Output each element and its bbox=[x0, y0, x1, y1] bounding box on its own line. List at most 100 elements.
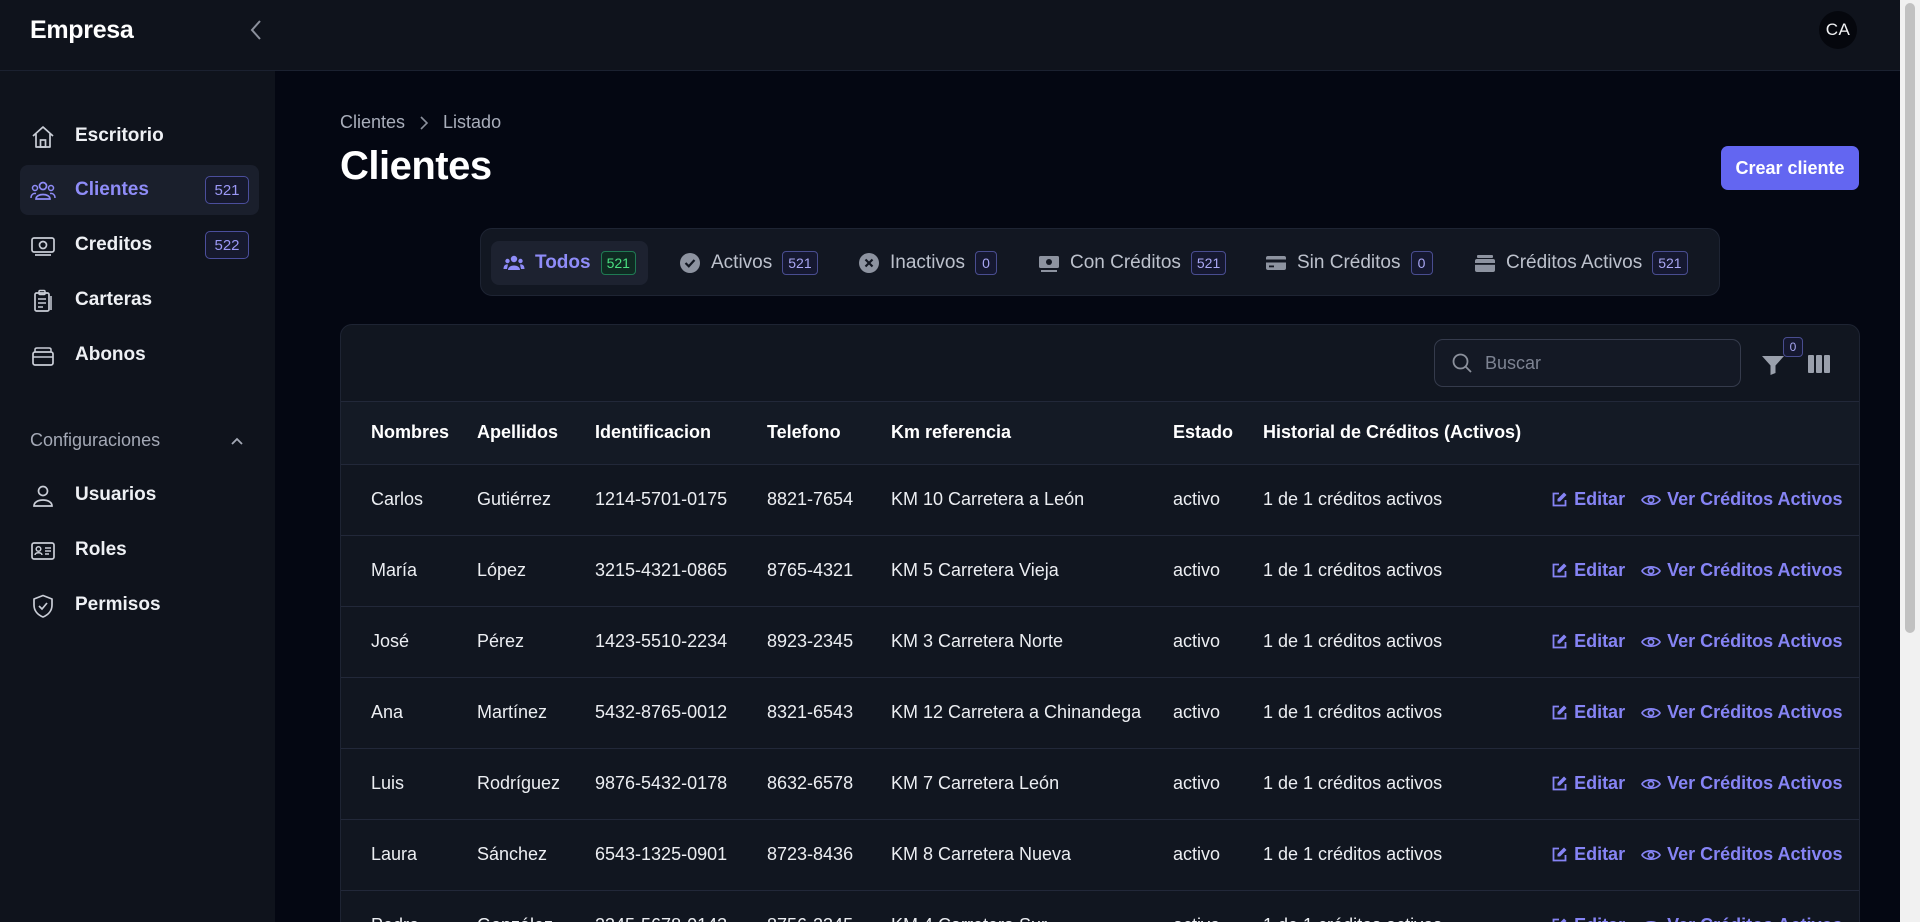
breadcrumb: Clientes Listado bbox=[340, 112, 501, 133]
cell-km-referencia: KM 5 Carretera Vieja bbox=[891, 560, 1059, 580]
chevron-right-icon bbox=[419, 115, 429, 130]
view-active-credits-button[interactable]: Ver Créditos Activos bbox=[1641, 915, 1842, 922]
tab-label: Activos bbox=[711, 252, 773, 273]
sidebar-item-permisos[interactable]: Permisos bbox=[20, 580, 259, 630]
wallet-icon bbox=[1475, 255, 1495, 272]
tab-con-creditos[interactable]: Con Créditos 521 bbox=[1026, 241, 1238, 285]
edit-button[interactable]: Editar bbox=[1551, 631, 1625, 652]
table-row: María López 3215-4321-0865 8765-4321 KM 5 Ca… bbox=[341, 535, 1859, 606]
sidebar-item-creditos[interactable]: Creditos 522 bbox=[20, 220, 259, 270]
edit-icon bbox=[1552, 847, 1567, 862]
sidebar-item-roles[interactable]: Roles bbox=[20, 525, 259, 575]
column-header-actions bbox=[1521, 402, 1859, 464]
column-header-km-referencia[interactable]: Km referencia bbox=[861, 402, 1143, 464]
table-row: José Pérez 1423-5510-2234 8923-2345 KM 3 Car… bbox=[341, 606, 1859, 677]
clients-table: Nombres Apellidos Identificacion Telefon… bbox=[341, 402, 1859, 922]
edit-icon bbox=[1552, 492, 1567, 507]
table-row: Carlos Gutiérrez 1214-5701-0175 8821-7654 KM… bbox=[341, 464, 1859, 535]
view-active-credits-button[interactable]: Ver Créditos Activos bbox=[1641, 631, 1842, 652]
cell-actions: Editar Ver Créditos Activos bbox=[1521, 606, 1859, 677]
configuraciones-section-title[interactable]: Configuraciones bbox=[30, 430, 160, 451]
edit-button[interactable]: Editar bbox=[1551, 702, 1625, 723]
view-credits-label: Ver Créditos Activos bbox=[1667, 773, 1843, 793]
brand-logo[interactable]: Empresa bbox=[30, 16, 134, 45]
eye-icon bbox=[1641, 565, 1662, 576]
column-header-apellidos[interactable]: Apellidos bbox=[477, 402, 565, 464]
view-active-credits-button[interactable]: Ver Créditos Activos bbox=[1641, 702, 1842, 723]
cell-km-referencia: KM 8 Carretera Nueva bbox=[891, 844, 1072, 864]
check-circle-icon bbox=[680, 253, 700, 273]
sidebar-item-clientes[interactable]: Clientes 521 bbox=[20, 165, 259, 215]
banknote-icon bbox=[1039, 256, 1059, 272]
cell-historial: 1 de 1 créditos activos bbox=[1263, 844, 1443, 864]
tab-count-badge: 521 bbox=[1652, 251, 1688, 275]
row-actions: Editar Ver Créditos Activos bbox=[1551, 631, 1859, 652]
user-avatar[interactable]: CA bbox=[1819, 11, 1857, 49]
edit-icon bbox=[1552, 563, 1567, 578]
table-row: PedroGonzález2345-5678-01438756-2345KM 4… bbox=[341, 890, 1859, 922]
edit-label: Editar bbox=[1574, 702, 1626, 722]
cell-estado: activo bbox=[1173, 489, 1221, 509]
table-row: Luis Rodríguez 9876-5432-0178 8632-6578 KM 7… bbox=[341, 748, 1859, 819]
column-header-historial[interactable]: Historial de Créditos (Activos) bbox=[1233, 402, 1521, 464]
cell-actions: Editar Ver Créditos Activos bbox=[1521, 890, 1859, 922]
tab-label: Todos bbox=[535, 252, 591, 273]
table-header-row: Nombres Apellidos Identificacion Telefon… bbox=[341, 402, 1859, 464]
create-client-button[interactable]: Crear cliente bbox=[1721, 146, 1859, 190]
cell-nombres: Pedro bbox=[341, 890, 477, 922]
view-active-credits-button[interactable]: Ver Créditos Activos bbox=[1641, 844, 1842, 865]
clipboard-icon bbox=[34, 289, 52, 312]
column-header-telefono[interactable]: Telefono bbox=[737, 402, 861, 464]
edit-icon bbox=[1552, 705, 1567, 720]
search-input[interactable] bbox=[1485, 352, 1725, 374]
cell-telefono: 8923-2345 bbox=[767, 631, 854, 651]
cell-actions: Editar Ver Créditos Activos bbox=[1521, 819, 1859, 890]
cell-telefono: 8723-8436 bbox=[767, 844, 854, 864]
filter-tabs: Todos 521 Activos 521 Inactivos 0 Con Cr… bbox=[480, 228, 1720, 296]
edit-button[interactable]: Editar bbox=[1551, 915, 1625, 922]
edit-button[interactable]: Editar bbox=[1551, 773, 1625, 794]
tab-creditos-activos[interactable]: Créditos Activos 521 bbox=[1462, 241, 1700, 285]
cell-actions: Editar Ver Créditos Activos bbox=[1521, 464, 1859, 535]
filter-count-badge: 0 bbox=[1783, 337, 1803, 357]
view-active-credits-button[interactable]: Ver Créditos Activos bbox=[1641, 489, 1842, 510]
tab-count-badge: 521 bbox=[600, 251, 636, 275]
sidebar-item-escritorio[interactable]: Escritorio bbox=[20, 111, 259, 161]
sidebar-item-abonos[interactable]: Abonos bbox=[20, 330, 259, 380]
row-actions: Editar Ver Créditos Activos bbox=[1551, 844, 1859, 865]
column-header-nombres[interactable]: Nombres bbox=[341, 402, 477, 464]
cell-historial: 1 de 1 créditos activos bbox=[1263, 702, 1443, 722]
view-active-credits-button[interactable]: Ver Créditos Activos bbox=[1641, 560, 1842, 581]
users-icon bbox=[30, 181, 56, 200]
sidebar-item-carteras[interactable]: Carteras bbox=[20, 275, 259, 325]
view-active-credits-button[interactable]: Ver Créditos Activos bbox=[1641, 773, 1842, 794]
tab-todos[interactable]: Todos 521 bbox=[491, 241, 648, 285]
search-box[interactable] bbox=[1434, 339, 1741, 387]
edit-icon bbox=[1552, 918, 1567, 922]
tab-label: Con Créditos bbox=[1070, 252, 1181, 273]
tab-activos[interactable]: Activos 521 bbox=[667, 241, 830, 285]
clients-table-card: 0 Nombres Apellidos Identificacion Telef… bbox=[340, 324, 1860, 922]
sidebar-item-label: Usuarios bbox=[75, 484, 157, 505]
column-header-estado[interactable]: Estado bbox=[1143, 402, 1233, 464]
user-icon bbox=[33, 485, 53, 507]
edit-button[interactable]: Editar bbox=[1551, 560, 1625, 581]
chevron-up-icon[interactable] bbox=[228, 432, 246, 450]
tab-sin-creditos[interactable]: Sin Créditos 0 bbox=[1253, 241, 1445, 285]
cell-historial: 1 de 1 créditos activos bbox=[1263, 489, 1443, 509]
tab-inactivos[interactable]: Inactivos 0 bbox=[846, 241, 1009, 285]
column-header-identificacion[interactable]: Identificacion bbox=[565, 402, 737, 464]
edit-button[interactable]: Editar bbox=[1551, 844, 1625, 865]
view-credits-label: Ver Créditos Activos bbox=[1667, 631, 1843, 651]
collapse-sidebar-button[interactable] bbox=[244, 16, 268, 44]
cell-telefono: 8632-6578 bbox=[767, 773, 854, 793]
page-scrollbar-thumb[interactable] bbox=[1905, 3, 1915, 633]
breadcrumb-clientes-link[interactable]: Clientes bbox=[340, 112, 405, 133]
top-bar: Empresa CA bbox=[0, 0, 1900, 71]
home-icon bbox=[32, 126, 54, 148]
edit-button[interactable]: Editar bbox=[1551, 489, 1625, 510]
columns-icon[interactable] bbox=[1805, 350, 1833, 378]
sidebar-item-usuarios[interactable]: Usuarios bbox=[20, 470, 259, 520]
sidebar: Escritorio Clientes 521 Creditos 522 Car… bbox=[0, 71, 275, 922]
creditos-count-badge: 522 bbox=[205, 231, 249, 259]
